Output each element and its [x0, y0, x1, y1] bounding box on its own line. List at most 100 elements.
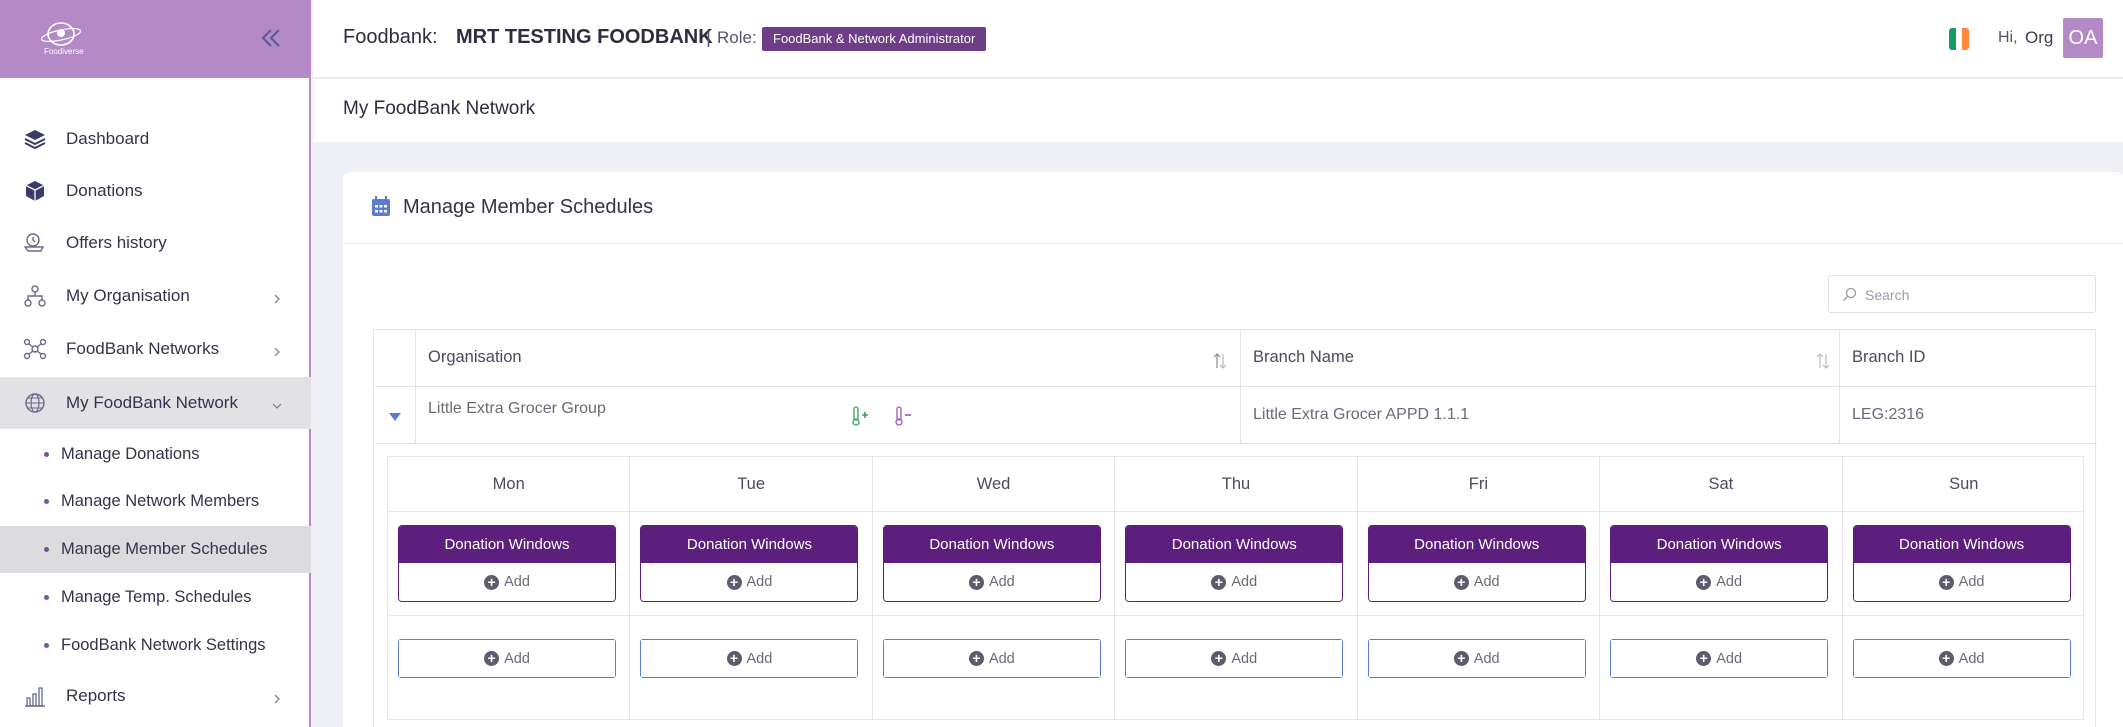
chevron-down-icon — [272, 398, 282, 409]
sidebar-item-reports[interactable]: Reports — [0, 670, 311, 722]
column-header-branch-name[interactable]: Branch Name — [1241, 330, 1840, 387]
donation-windows-block: Donation Windows + Add — [882, 525, 1101, 602]
sidebar-item-my-foodbank-network[interactable]: My FoodBank Network — [0, 377, 311, 429]
sidebar-subitem-manage-network-members[interactable]: Manage Network Members — [0, 478, 311, 525]
plus-circle-icon: + — [1696, 574, 1712, 590]
add-schedule-button[interactable]: + Add — [1367, 639, 1586, 678]
donation-windows-title: Donation Windows — [1611, 526, 1828, 563]
cart-history-icon — [23, 231, 47, 255]
add-label: Add — [1231, 574, 1258, 590]
caret-down-icon[interactable] — [388, 409, 402, 421]
sidebar-item-dashboard[interactable]: Dashboard — [0, 113, 311, 165]
day-column-fri: Fri Donation Windows + Add + Add — [1357, 457, 1601, 719]
expand-cell[interactable] — [374, 387, 416, 444]
remove-temperature-icon[interactable] — [894, 405, 914, 427]
add-label: Add — [1958, 574, 1985, 590]
add-label: Add — [746, 650, 773, 667]
sidebar-item-label: My FoodBank Network — [66, 393, 238, 412]
divider — [1357, 615, 1600, 616]
sort-icon[interactable] — [1213, 352, 1227, 370]
sidebar-subitem-foodbank-network-settings[interactable]: FoodBank Network Settings — [0, 622, 311, 669]
add-schedule-button[interactable]: + Add — [1125, 639, 1344, 678]
column-header-branch-id[interactable]: Branch ID — [1840, 330, 2097, 387]
day-name: Wed — [872, 457, 1115, 512]
add-label: Add — [1473, 574, 1500, 590]
user-name[interactable]: Org — [2025, 28, 2053, 48]
add-schedule-button[interactable]: + Add — [640, 639, 859, 678]
plus-circle-icon: + — [1453, 574, 1469, 590]
donation-windows-block: Donation Windows + Add — [640, 525, 859, 602]
bullet-icon — [44, 452, 49, 457]
bullet-icon — [44, 499, 49, 504]
separator: | — [706, 27, 711, 48]
donation-windows-title: Donation Windows — [399, 526, 615, 563]
plus-circle-icon: + — [484, 574, 500, 590]
day-column-tue: Tue Donation Windows + Add + Add — [630, 457, 873, 719]
add-donation-window-button[interactable]: + Add — [1368, 563, 1585, 601]
add-donation-window-button[interactable]: + Add — [641, 563, 858, 601]
add-donation-window-button[interactable]: + Add — [1853, 563, 2070, 601]
donation-windows-title: Donation Windows — [641, 526, 858, 563]
top-bar: Foodbank: MRT TESTING FOODBANK | Role: F… — [313, 0, 2123, 78]
collapse-sidebar-icon[interactable] — [258, 24, 284, 52]
sidebar-item-label: Reports — [66, 686, 126, 705]
day-column-sat: Sat Donation Windows + Add + Add — [1600, 457, 1843, 719]
sidebar-subitem-label: Manage Member Schedules — [61, 540, 268, 558]
day-column-wed: Wed Donation Windows + Add + Add — [872, 457, 1116, 719]
sidebar-item-foodbank-networks[interactable]: FoodBank Networks — [0, 323, 311, 375]
add-schedule-button[interactable]: + Add — [1610, 639, 1829, 678]
add-schedule-button[interactable]: + Add — [1852, 639, 2071, 678]
add-donation-window-button[interactable]: + Add — [883, 563, 1100, 601]
branch-name: Little Extra Grocer APPD 1.1.1 — [1253, 406, 1470, 423]
plus-circle-icon: + — [1211, 574, 1227, 590]
add-schedule-button[interactable]: + Add — [882, 639, 1101, 678]
role-label: Role: — [717, 28, 757, 47]
donation-windows-block: Donation Windows + Add — [1610, 525, 1829, 602]
greeting: Hi, — [1998, 29, 2018, 46]
add-temperature-icon[interactable] — [851, 405, 871, 427]
language-flag-icon[interactable] — [1949, 28, 1969, 50]
sidebar-subitem-label: Manage Donations — [61, 445, 200, 463]
layers-icon — [23, 127, 47, 151]
day-name: Sun — [1842, 457, 2085, 512]
add-schedule-button[interactable]: + Add — [398, 639, 616, 678]
add-label: Add — [988, 650, 1015, 667]
add-label: Add — [504, 574, 530, 590]
sidebar-item-label: My Organisation — [66, 286, 190, 305]
search-input[interactable] — [1865, 284, 2085, 306]
avatar[interactable]: OA — [2063, 18, 2103, 58]
globe-icon — [23, 391, 47, 415]
add-donation-window-button[interactable]: + Add — [1126, 563, 1343, 601]
weekly-schedule: Mon Donation Windows + Add + Add Tue Donation W… — [387, 456, 2085, 720]
divider — [388, 615, 630, 616]
sort-icon[interactable] — [1816, 352, 1830, 370]
divider — [630, 615, 872, 616]
organisation-name: Little Extra Grocer Group — [428, 400, 606, 417]
page-title: My FoodBank Network — [343, 98, 536, 119]
donation-windows-block: Donation Windows + Add — [1367, 525, 1586, 602]
add-donation-window-button[interactable]: + Add — [399, 563, 615, 601]
sidebar-item-my-organisation[interactable]: My Organisation — [0, 270, 311, 322]
add-donation-window-button[interactable]: + Add — [1611, 563, 1828, 601]
day-name: Sat — [1600, 457, 1842, 512]
sidebar-subitem-manage-member-schedules[interactable]: Manage Member Schedules — [0, 526, 311, 573]
add-schedule-inner: + Add — [1853, 640, 2070, 677]
day-name: Tue — [630, 457, 872, 512]
donation-windows-title: Donation Windows — [1126, 526, 1343, 563]
sidebar-item-donations[interactable]: Donations — [0, 165, 311, 217]
column-header-label: Branch ID — [1852, 348, 1926, 366]
column-header-organisation[interactable]: Organisation — [416, 330, 1241, 387]
donation-windows-title: Donation Windows — [883, 526, 1100, 563]
add-schedule-inner: + Add — [1126, 640, 1343, 677]
add-schedule-inner: + Add — [1368, 640, 1585, 677]
sidebar-item-label: Offers history — [66, 233, 167, 252]
sidebar-subitem-manage-donations[interactable]: Manage Donations — [0, 431, 311, 478]
add-schedule-inner: + Add — [1611, 640, 1828, 677]
bar-chart-icon — [23, 684, 47, 708]
day-column-mon: Mon Donation Windows + Add + Add — [388, 457, 631, 719]
role-badge: FoodBank & Network Administrator — [762, 27, 987, 51]
sidebar-item-offers-history[interactable]: Offers history — [0, 217, 311, 269]
sidebar-subitem-manage-temp-schedules[interactable]: Manage Temp. Schedules — [0, 574, 311, 621]
donation-windows-title: Donation Windows — [1368, 526, 1585, 563]
plus-circle-icon: + — [484, 651, 500, 666]
